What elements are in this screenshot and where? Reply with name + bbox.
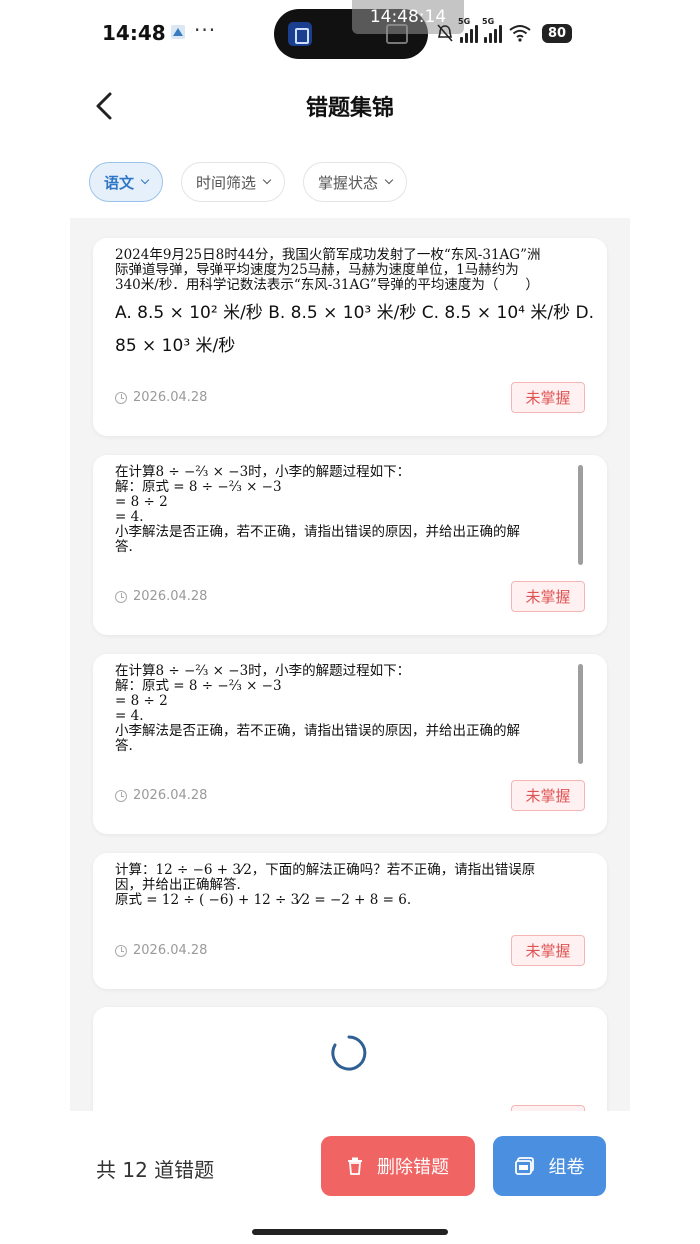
answer-options: A. 8.5 × 10² 米/秒 B. 8.5 × 10³ 米/秒 C. 8.5…: [115, 303, 594, 323]
signal-5g-icon: 5G: [458, 17, 478, 43]
question-list[interactable]: 2024年9月25日8时44分，我国火箭军成功发射了一枚“东风-31AG”洲 际…: [70, 218, 630, 1111]
document-icon: [514, 1157, 534, 1175]
filter-mastery[interactable]: 掌握状态: [303, 162, 408, 202]
question-card[interactable]: 在计算8 ÷ −⅔ × −3时，小李的解题过程如下： 解：原式 = 8 ÷ −⅔…: [93, 455, 607, 635]
signal-5g-secondary-icon: 5G: [482, 17, 502, 43]
battery-indicator: 80: [542, 23, 573, 43]
answer-options-cont: 85 × 10³ 米/秒: [115, 336, 236, 356]
clock-icon: [115, 590, 127, 603]
status-bar: 14:48 ··· 14:48:14 5G 5G 80: [0, 0, 700, 66]
status-badge: 未掌握: [511, 382, 585, 413]
chevron-down-icon: [384, 175, 394, 185]
question-text: 2024年9月25日8时44分，我国火箭军成功发射了一枚“东风-31AG”洲 际…: [115, 248, 594, 363]
status-badge: 未掌握: [511, 935, 585, 966]
chevron-down-icon: [262, 175, 272, 185]
trash-icon: [348, 1157, 362, 1175]
app-notification-icon: [171, 25, 185, 39]
filter-subject[interactable]: 语文: [89, 162, 164, 202]
question-date: 2026.04.28: [115, 589, 207, 604]
filter-time[interactable]: 时间筛选: [181, 162, 286, 202]
question-text: 计算：12 ÷ −6 + 3⁄2，下面的解法正确吗？若不正确，请指出错误原 因，…: [115, 862, 536, 908]
clock-icon: [115, 391, 127, 404]
status-badge: 未掌握: [511, 581, 585, 612]
compose-button-label: 组卷: [548, 1157, 585, 1178]
card-scrollbar[interactable]: [578, 465, 583, 565]
clock-icon: [115, 944, 127, 957]
status-badge: 未掌握: [511, 780, 585, 811]
clock-icon: [115, 789, 127, 802]
loading-spinner-icon: [331, 1035, 367, 1071]
delete-button-label: 删除错题: [377, 1157, 449, 1178]
filter-mastery-label: 掌握状态: [318, 173, 379, 192]
island-app-icon: [288, 22, 312, 46]
home-indicator[interactable]: [252, 1229, 448, 1235]
question-text: 在计算8 ÷ −⅔ × −3时，小李的解题过程如下： 解：原式 = 8 ÷ −⅔…: [115, 464, 520, 555]
more-notifications-icon: ···: [194, 18, 217, 42]
page-title: 错题集锦: [305, 96, 394, 121]
delete-questions-button[interactable]: 删除错题: [321, 1136, 475, 1196]
filter-bar: 语文 时间筛选 掌握状态: [89, 162, 408, 202]
nav-header: 错题集锦: [0, 66, 700, 146]
question-card[interactable]: 2024年9月25日8时44分，我国火箭军成功发射了一枚“东风-31AG”洲 际…: [93, 238, 607, 436]
card-scrollbar[interactable]: [578, 664, 583, 764]
compose-paper-button[interactable]: 组卷: [493, 1136, 606, 1196]
question-card[interactable]: 在计算8 ÷ −⅔ × −3时，小李的解题过程如下： 解：原式 = 8 ÷ −⅔…: [93, 654, 607, 834]
question-date: 2026.04.28: [115, 390, 207, 405]
status-time: 14:48: [102, 21, 166, 45]
question-card[interactable]: 计算：12 ÷ −6 + 3⁄2，下面的解法正确吗？若不正确，请指出错误原 因，…: [93, 853, 607, 989]
question-date: 2026.04.28: [115, 943, 207, 958]
total-count: 共 12 道错题: [96, 1158, 215, 1182]
loading-card: [93, 1007, 607, 1111]
chevron-down-icon: [140, 175, 150, 185]
filter-time-label: 时间筛选: [196, 173, 257, 192]
status-icons: 5G 5G 80: [436, 17, 573, 48]
question-text: 在计算8 ÷ −⅔ × −3时，小李的解题过程如下： 解：原式 = 8 ÷ −⅔…: [115, 663, 520, 754]
question-date: 2026.04.28: [115, 788, 207, 803]
bottom-action-bar: 共 12 道错题 删除错题 组卷: [0, 1111, 700, 1244]
mute-icon: [437, 24, 453, 42]
filter-subject-label: 语文: [104, 173, 135, 192]
wifi-icon: [509, 25, 531, 42]
